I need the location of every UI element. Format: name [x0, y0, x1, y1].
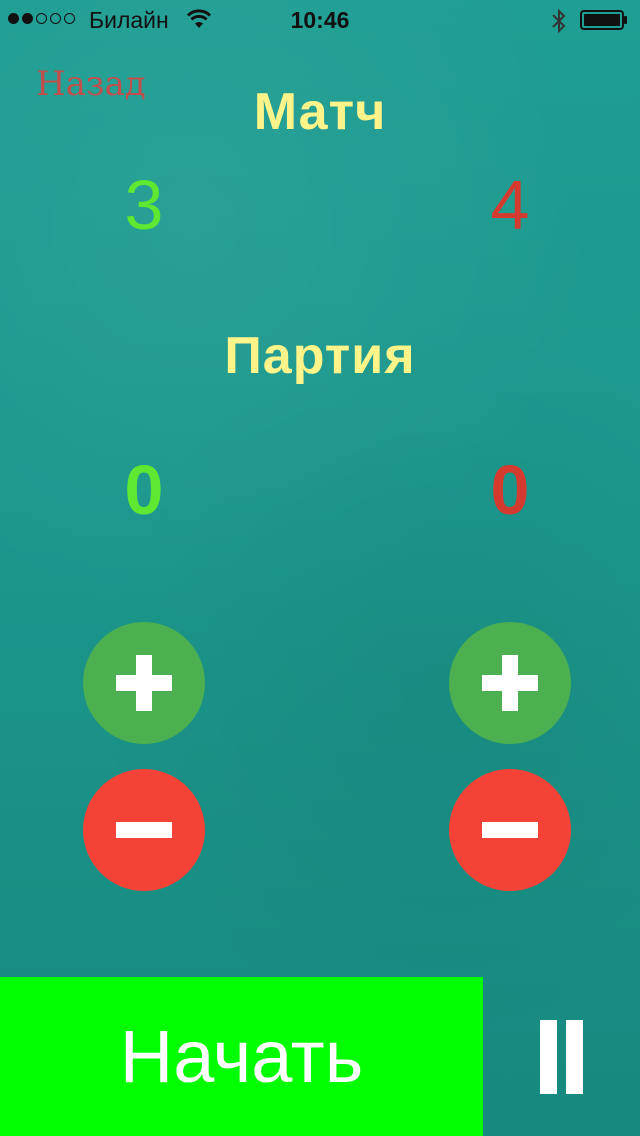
minus-icon: [116, 822, 172, 838]
pause-button[interactable]: [483, 977, 640, 1136]
match-score-right: 4: [490, 166, 530, 244]
bluetooth-icon: [552, 8, 566, 34]
party-score-right: 0: [490, 451, 530, 529]
plus-icon: [116, 655, 172, 711]
left-minus-button[interactable]: [83, 769, 205, 891]
match-score-left: 3: [124, 166, 164, 244]
right-minus-button[interactable]: [449, 769, 571, 891]
status-bar: Билайн 10:46: [0, 0, 640, 40]
start-button-label: Начать: [119, 1015, 364, 1098]
plus-icon: [482, 655, 538, 711]
battery-icon: [580, 10, 627, 30]
clock: 10:46: [290, 7, 350, 33]
pause-icon: [566, 1020, 583, 1094]
pause-icon: [540, 1020, 557, 1094]
right-plus-button[interactable]: [449, 622, 571, 744]
party-title: Партия: [224, 327, 416, 385]
left-plus-button[interactable]: [83, 622, 205, 744]
start-button[interactable]: Начать: [0, 977, 483, 1136]
minus-icon: [482, 822, 538, 838]
party-score-left: 0: [124, 451, 164, 529]
match-title: Матч: [253, 83, 387, 141]
